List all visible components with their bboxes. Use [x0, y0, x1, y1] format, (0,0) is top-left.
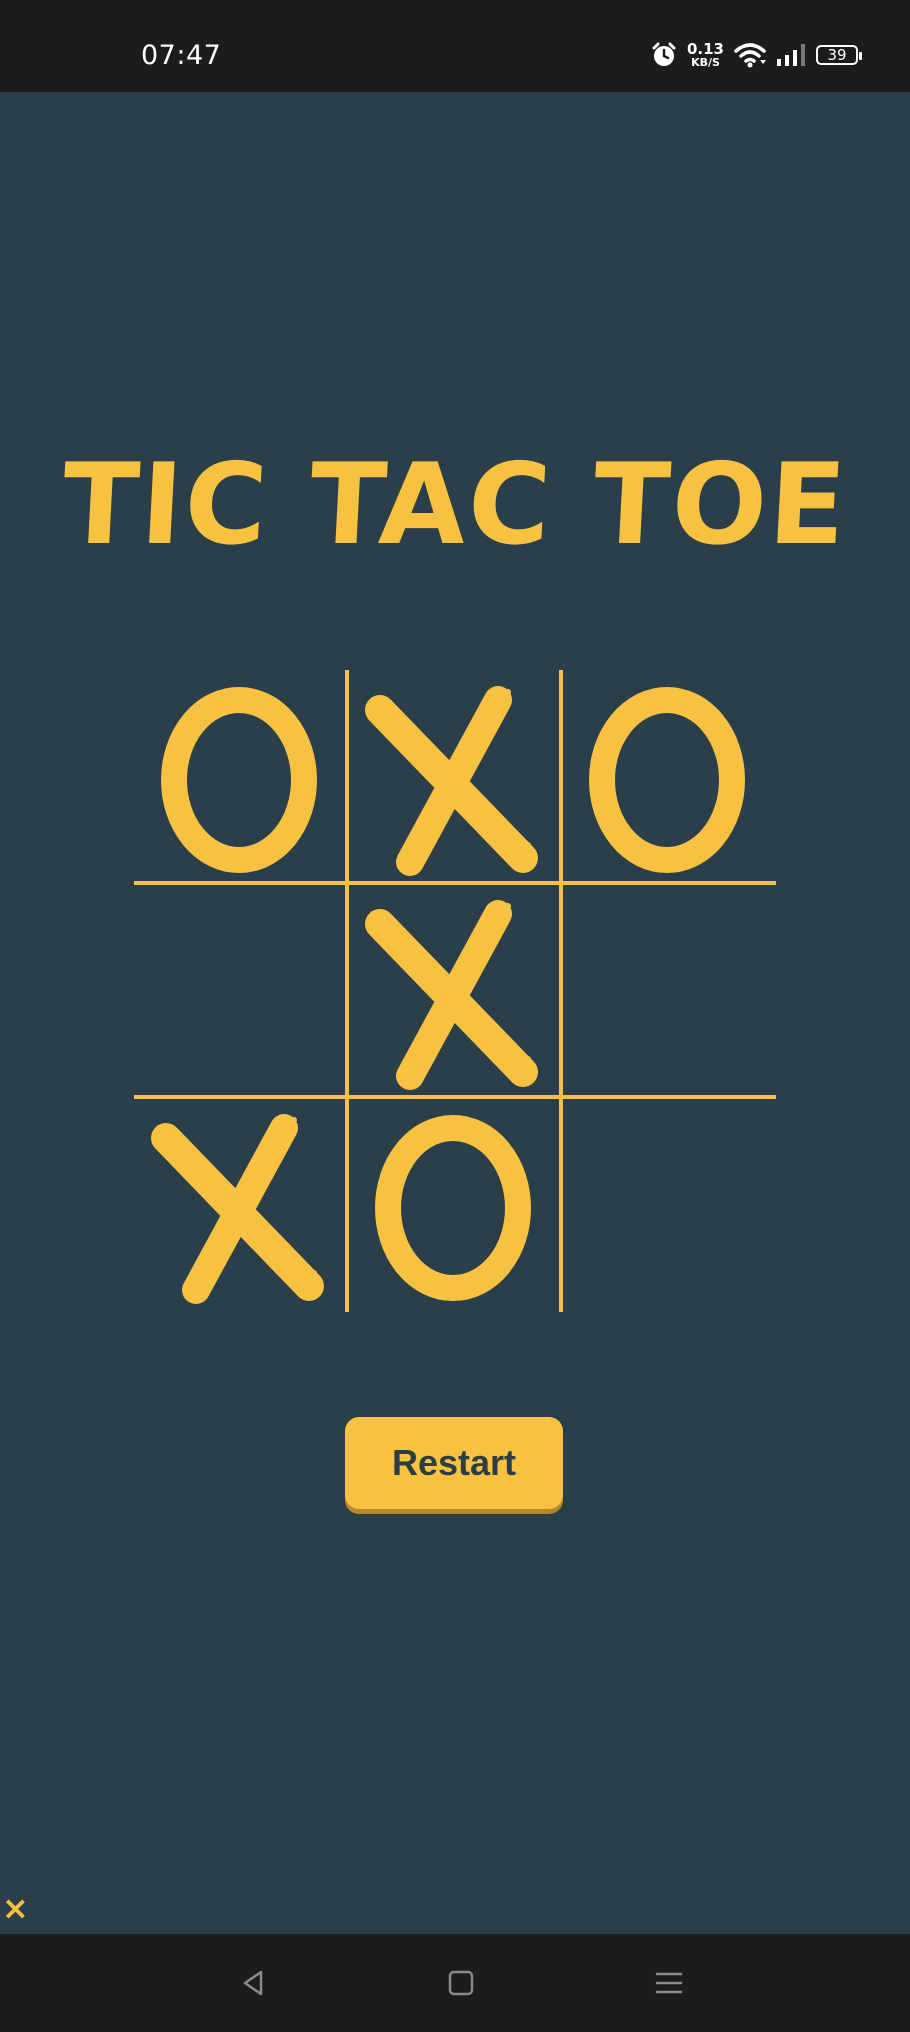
status-bar: 07:47 0.13 KB/S 39 [0, 0, 910, 92]
game-title: TIC TAC TOE [59, 440, 851, 570]
net-speed-value: 0.13 [686, 40, 724, 58]
status-time: 07:47 [141, 40, 222, 71]
wifi-icon [734, 42, 766, 68]
net-speed-unit: KB/S [691, 56, 720, 69]
current-player-marker: × [2, 1889, 29, 1927]
alarm-icon [651, 42, 677, 68]
game-board [134, 670, 776, 1312]
x-mark [151, 1114, 324, 1304]
board-cell-0-0[interactable] [134, 670, 348, 884]
signal-icon [776, 43, 806, 67]
restart-button[interactable]: Restart [345, 1417, 563, 1509]
board-cell-2-1[interactable] [348, 1098, 562, 1312]
board-cell-1-2[interactable] [562, 884, 776, 1098]
navigation-bar [0, 1934, 910, 2032]
board-cell-2-0[interactable] [134, 1098, 348, 1312]
x-mark [365, 686, 538, 876]
board-cell-0-1[interactable] [348, 670, 562, 884]
home-icon[interactable] [436, 1958, 486, 2008]
o-mark [589, 687, 745, 873]
board-cell-2-2[interactable] [562, 1098, 776, 1312]
back-icon[interactable] [228, 1958, 278, 2008]
menu-icon[interactable] [644, 1958, 694, 2008]
net-speed: 0.13 KB/S [686, 40, 724, 69]
battery-icon: 39 [816, 45, 862, 65]
board-cell-1-0[interactable] [134, 884, 348, 1098]
x-mark [365, 900, 538, 1090]
board-cell-0-2[interactable] [562, 670, 776, 884]
status-icons: 0.13 KB/S 39 [651, 40, 862, 69]
o-mark [161, 687, 317, 873]
o-mark [375, 1115, 531, 1301]
board-cell-1-1[interactable] [348, 884, 562, 1098]
